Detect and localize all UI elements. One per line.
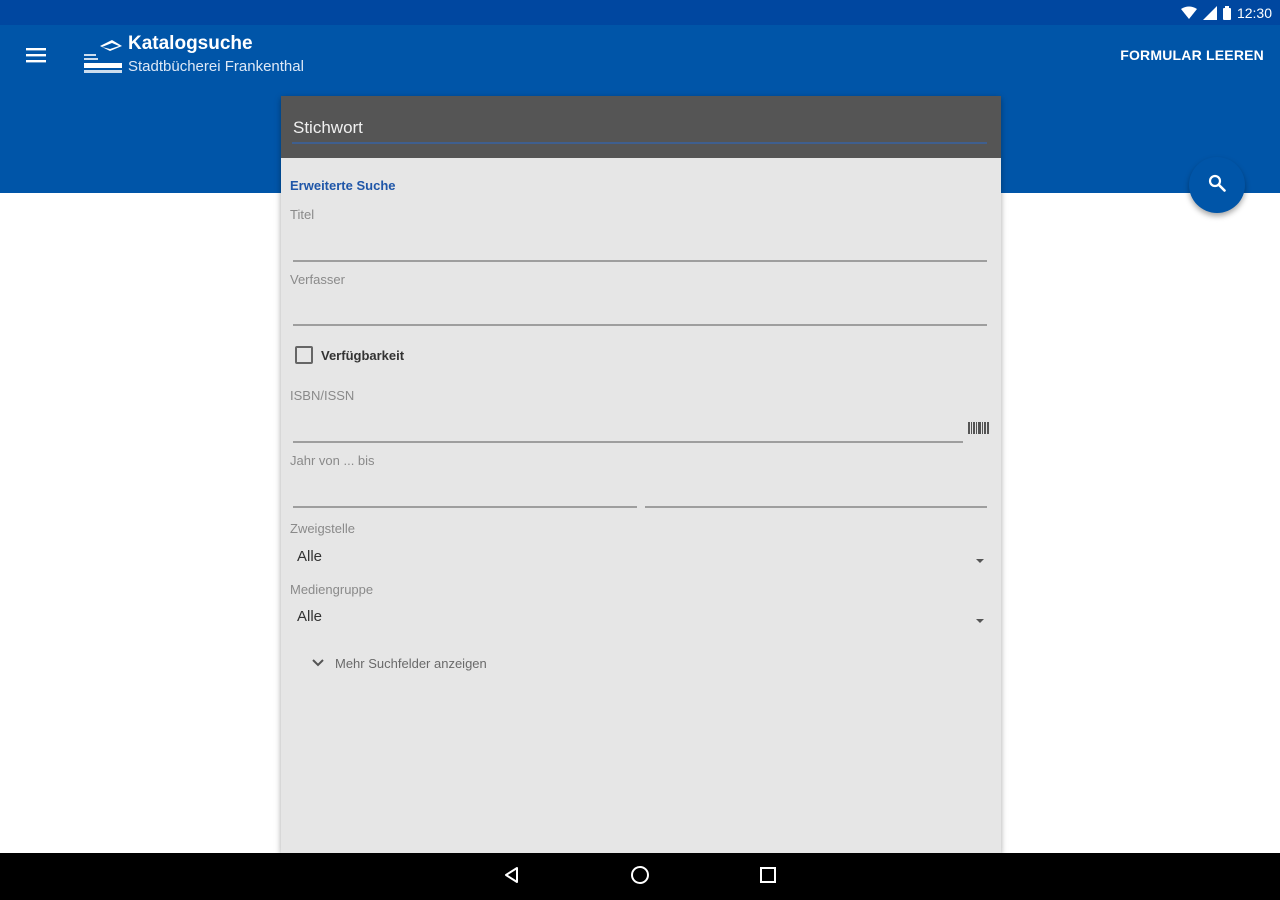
app-subtitle: Stadtbücherei Frankenthal bbox=[128, 58, 304, 75]
signal-icon bbox=[1202, 6, 1217, 20]
keyword-input[interactable] bbox=[292, 114, 987, 144]
menu-icon bbox=[26, 47, 46, 68]
year-to-field[interactable] bbox=[645, 476, 987, 506]
back-icon bbox=[502, 865, 522, 890]
search-icon bbox=[1208, 174, 1226, 197]
chevron-down-icon bbox=[974, 612, 986, 623]
branch-label: Zweigstelle bbox=[290, 521, 356, 536]
title-underline bbox=[293, 260, 987, 262]
year-to-underline bbox=[645, 506, 987, 508]
search-form-card: Erweiterte Suche Titel Verfasser Verfügb… bbox=[281, 96, 1001, 853]
battery-icon bbox=[1222, 6, 1231, 20]
keyword-bar bbox=[281, 96, 1001, 158]
year-label: Jahr von ... bis bbox=[290, 453, 375, 468]
media-group-label: Mediengruppe bbox=[290, 582, 374, 597]
status-bar: 12:30 bbox=[0, 0, 1280, 25]
media-group-select[interactable] bbox=[290, 601, 990, 633]
isbn-field[interactable] bbox=[293, 411, 963, 441]
more-fields-label: Mehr Suchfelder anzeigen bbox=[335, 656, 487, 671]
isbn-underline bbox=[293, 441, 963, 443]
media-group-select-value: Alle bbox=[297, 608, 323, 625]
author-label: Verfasser bbox=[290, 272, 345, 287]
more-fields-toggle[interactable]: Mehr Suchfelder anzeigen bbox=[311, 656, 487, 671]
availability-label: Verfügbarkeit bbox=[321, 347, 405, 363]
chevron-down-icon bbox=[974, 552, 986, 563]
clear-form-button[interactable]: FORMULAR LEEREN bbox=[1120, 47, 1264, 63]
home-icon bbox=[629, 864, 651, 891]
home-button[interactable] bbox=[628, 865, 652, 889]
app-title: Katalogsuche bbox=[128, 33, 253, 54]
navigation-bar bbox=[0, 853, 1280, 900]
title-label: Titel bbox=[290, 207, 315, 222]
recents-button[interactable] bbox=[756, 865, 780, 889]
year-from-field[interactable] bbox=[293, 476, 637, 506]
menu-button[interactable] bbox=[16, 39, 56, 75]
recents-icon bbox=[759, 866, 777, 889]
barcode-scan-button[interactable] bbox=[967, 420, 991, 436]
title-field[interactable] bbox=[293, 230, 987, 260]
expand-more-icon bbox=[311, 656, 325, 671]
author-underline bbox=[293, 324, 987, 326]
library-logo bbox=[84, 38, 124, 76]
availability-checkbox[interactable] bbox=[295, 346, 313, 364]
barcode-icon bbox=[967, 422, 991, 440]
status-icons: 12:30 bbox=[1180, 4, 1272, 22]
advanced-search-heading: Erweiterte Suche bbox=[290, 178, 396, 193]
author-field[interactable] bbox=[293, 294, 987, 324]
search-button[interactable] bbox=[1189, 157, 1245, 213]
wifi-icon bbox=[1180, 6, 1197, 20]
branch-select-value: Alle bbox=[297, 548, 323, 565]
status-time: 12:30 bbox=[1236, 5, 1272, 21]
isbn-label: ISBN/ISSN bbox=[290, 388, 355, 403]
year-from-underline bbox=[293, 506, 637, 508]
availability-checkbox-row[interactable]: Verfügbarkeit bbox=[295, 346, 404, 364]
back-button[interactable] bbox=[500, 865, 524, 889]
branch-select[interactable] bbox=[290, 541, 990, 573]
